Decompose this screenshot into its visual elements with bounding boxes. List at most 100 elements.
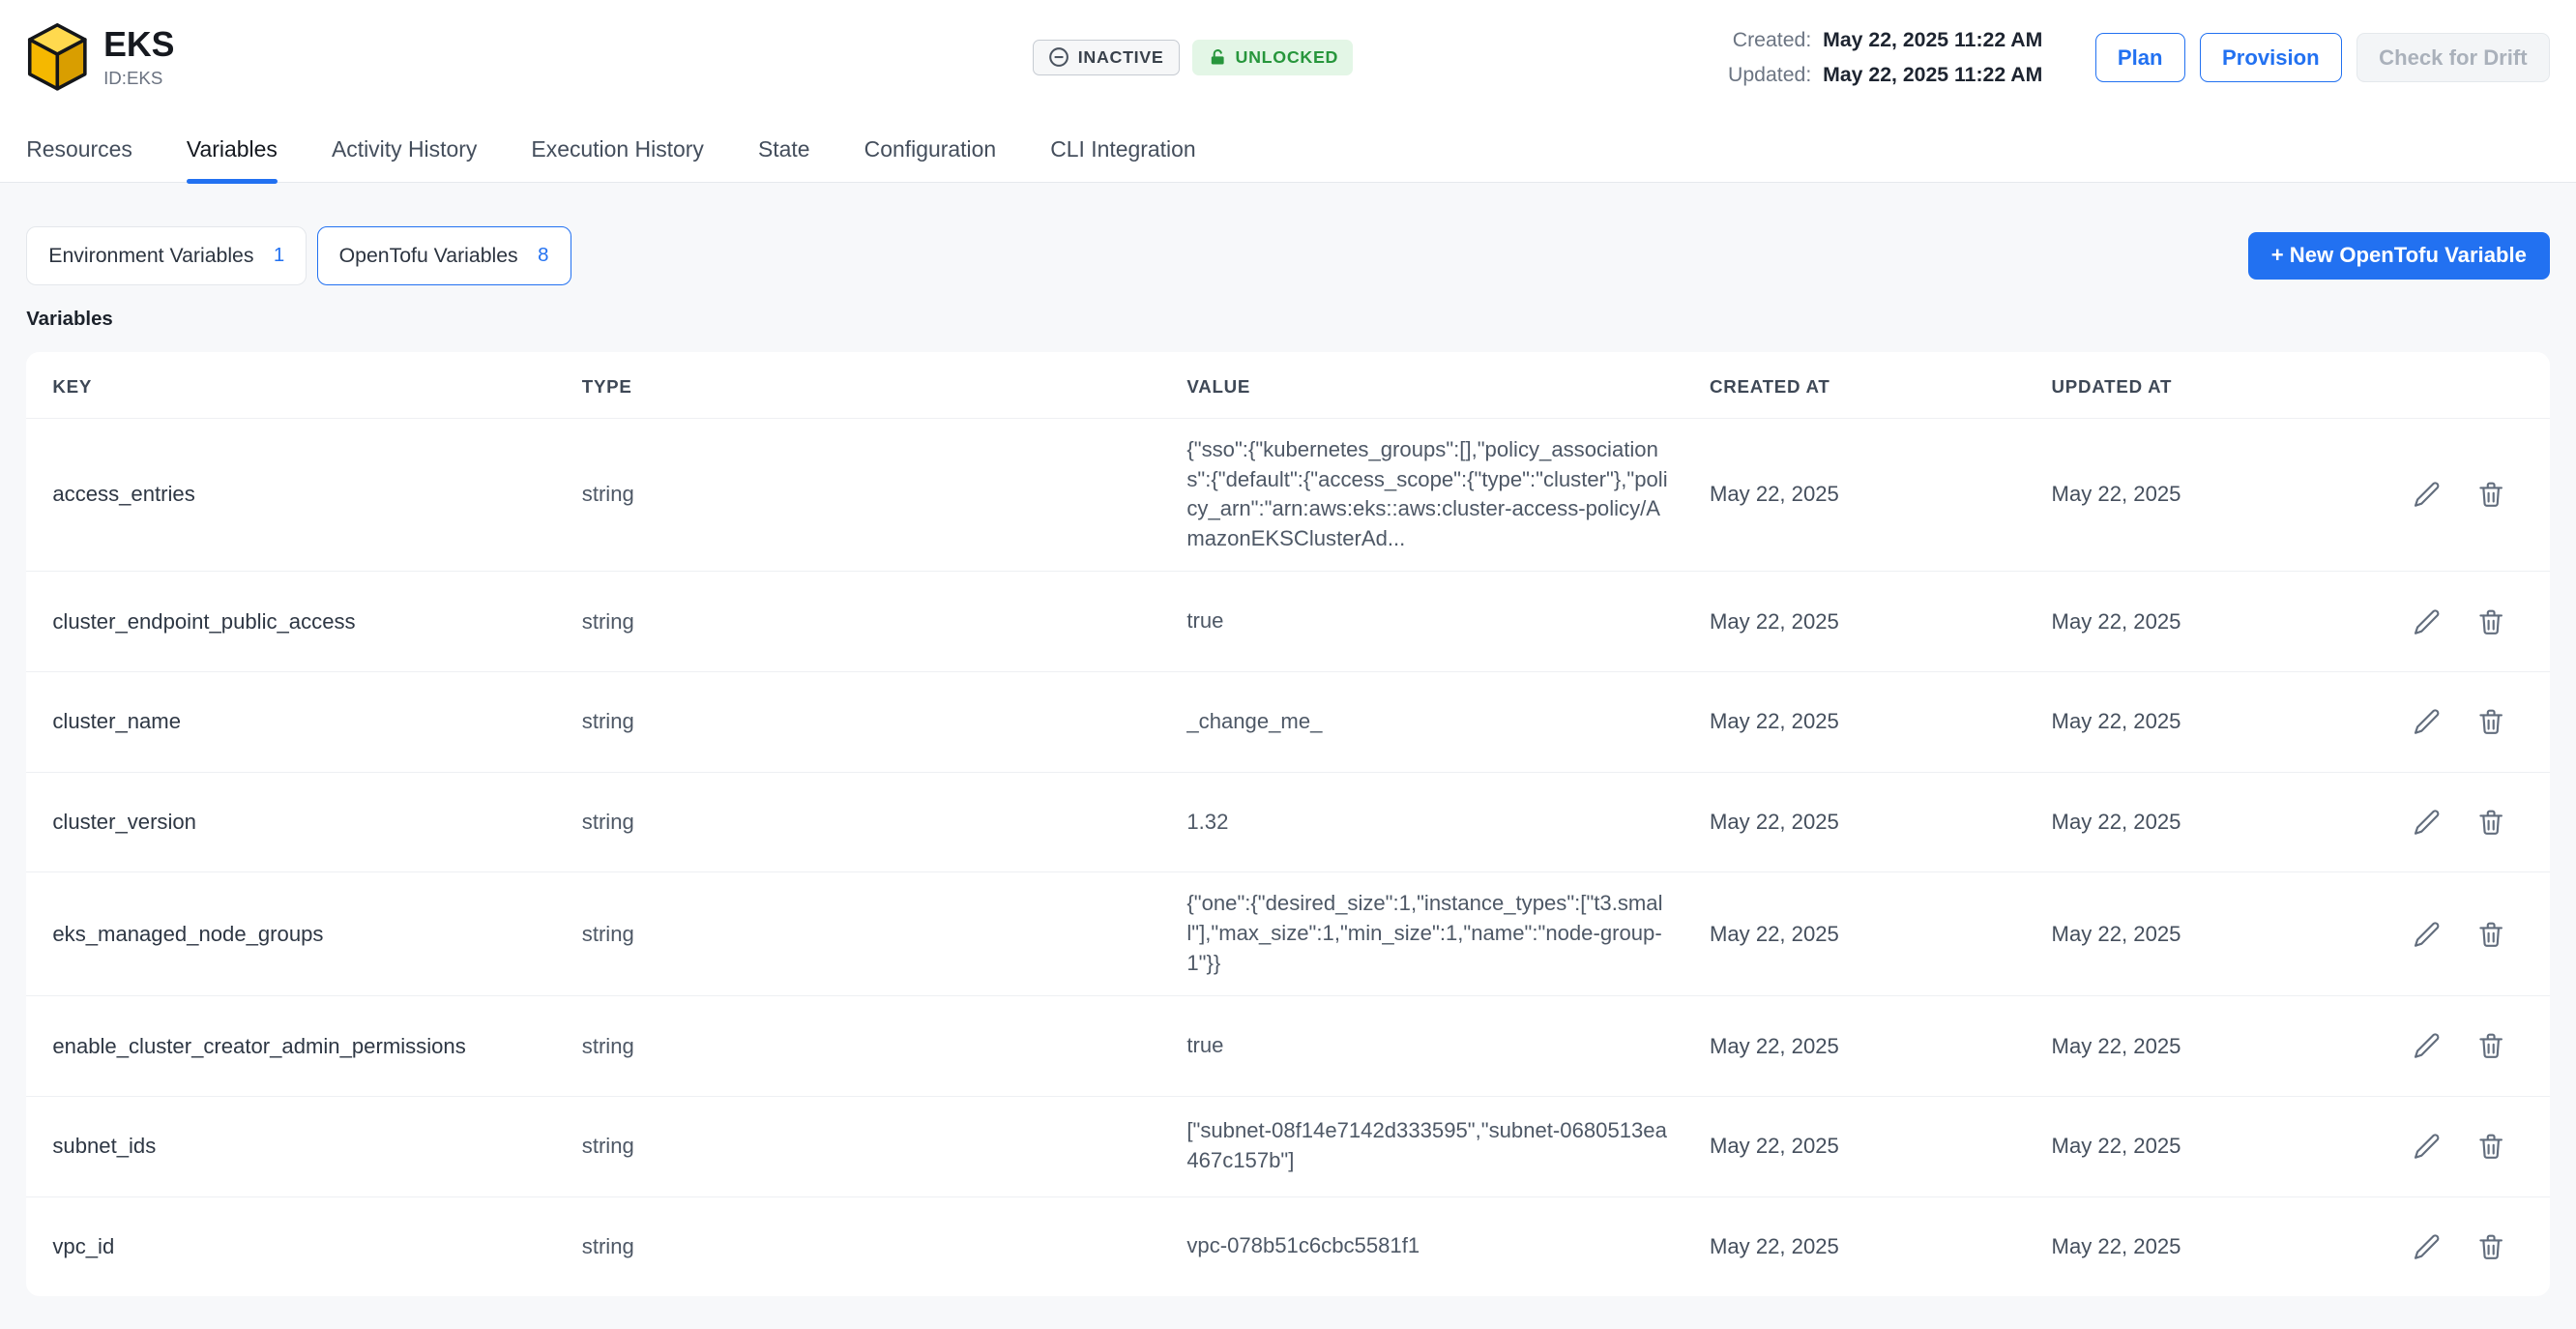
header-actions: Plan Provision Check for Drift [2095, 33, 2550, 82]
delete-variable-button[interactable] [2475, 706, 2506, 737]
pencil-icon [2412, 1231, 2443, 1262]
variables-section-title: Variables [26, 309, 2550, 331]
variable-type: string [582, 482, 1187, 507]
edit-variable-button[interactable] [2412, 1030, 2443, 1061]
delete-variable-button[interactable] [2475, 1131, 2506, 1162]
delete-variable-button[interactable] [2475, 1231, 2506, 1262]
new-opentofu-variable-button[interactable]: + New OpenTofu Variable [2248, 232, 2550, 280]
pencil-icon [2412, 1131, 2443, 1162]
pencil-icon [2412, 706, 2443, 737]
inactive-icon [1048, 46, 1069, 68]
tab-activity-history[interactable]: Activity History [332, 115, 477, 182]
variable-updated-at: May 22, 2025 [2052, 1234, 2298, 1259]
variable-key: subnet_ids [52, 1134, 581, 1159]
environment-variables-count: 1 [274, 245, 284, 267]
variable-type: string [582, 1234, 1187, 1259]
variable-type: string [582, 609, 1187, 635]
table-row: subnet_ids string ["subnet-08f14e7142d33… [26, 1096, 2550, 1196]
table-row: eks_managed_node_groups string {"one":{"… [26, 871, 2550, 995]
delete-variable-button[interactable] [2475, 606, 2506, 637]
table-row: access_entries string {"sso":{"kubernete… [26, 418, 2550, 572]
delete-variable-button[interactable] [2475, 919, 2506, 950]
variable-key: vpc_id [52, 1234, 581, 1259]
edit-variable-button[interactable] [2412, 1131, 2443, 1162]
pencil-icon [2412, 919, 2443, 950]
variable-type: string [582, 709, 1187, 734]
app-logo-icon [26, 23, 89, 92]
variable-type: string [582, 922, 1187, 947]
unlocked-label: UNLOCKED [1236, 47, 1339, 68]
table-row: cluster_version string 1.32 May 22, 2025… [26, 772, 2550, 872]
variable-updated-at: May 22, 2025 [2052, 922, 2298, 947]
variable-updated-at: May 22, 2025 [2052, 1034, 2298, 1059]
delete-variable-button[interactable] [2475, 1030, 2506, 1061]
provision-button[interactable]: Provision [2200, 33, 2342, 82]
page-title: EKS [103, 26, 174, 64]
pencil-icon [2412, 807, 2443, 838]
column-header-created: CREATED AT [1710, 376, 2052, 398]
variable-value: 1.32 [1186, 808, 1683, 838]
delete-variable-button[interactable] [2475, 807, 2506, 838]
created-label: Created: [1728, 28, 1811, 52]
column-header-key: KEY [52, 376, 581, 398]
trash-icon [2475, 807, 2506, 838]
edit-variable-button[interactable] [2412, 606, 2443, 637]
status-badge-inactive: INACTIVE [1033, 40, 1180, 75]
unlock-icon [1208, 47, 1227, 67]
edit-variable-button[interactable] [2412, 1231, 2443, 1262]
tab-execution-history[interactable]: Execution History [531, 115, 703, 182]
variable-key: cluster_version [52, 810, 581, 835]
variable-type: string [582, 810, 1187, 835]
environment-variables-label: Environment Variables [48, 244, 253, 268]
variable-updated-at: May 22, 2025 [2052, 609, 2298, 635]
variable-key: enable_cluster_creator_admin_permissions [52, 1034, 581, 1059]
environment-variables-tab[interactable]: Environment Variables 1 [26, 226, 307, 285]
delete-variable-button[interactable] [2475, 479, 2506, 510]
pencil-icon [2412, 606, 2443, 637]
created-value: May 22, 2025 11:22 AM [1823, 28, 2042, 52]
tab-configuration[interactable]: Configuration [864, 115, 996, 182]
variables-page: Environment Variables 1 OpenTofu Variabl… [0, 183, 2576, 1329]
edit-variable-button[interactable] [2412, 919, 2443, 950]
edit-variable-button[interactable] [2412, 706, 2443, 737]
pencil-icon [2412, 1030, 2443, 1061]
variables-table: KEY TYPE VALUE CREATED AT UPDATED AT acc… [26, 352, 2550, 1296]
edit-variable-button[interactable] [2412, 807, 2443, 838]
opentofu-variables-tab[interactable]: OpenTofu Variables 8 [317, 226, 571, 285]
table-row: enable_cluster_creator_admin_permissions… [26, 995, 2550, 1096]
variable-updated-at: May 22, 2025 [2052, 709, 2298, 734]
variable-created-at: May 22, 2025 [1710, 482, 2052, 507]
plan-button[interactable]: Plan [2095, 33, 2185, 82]
table-header-row: KEY TYPE VALUE CREATED AT UPDATED AT [26, 352, 2550, 418]
status-badges: INACTIVE UNLOCKED [1033, 40, 1354, 75]
column-header-updated: UPDATED AT [2052, 376, 2298, 398]
variable-value: {"sso":{"kubernetes_groups":[],"policy_a… [1186, 435, 1683, 555]
variable-created-at: May 22, 2025 [1710, 922, 2052, 947]
variable-created-at: May 22, 2025 [1710, 1134, 2052, 1159]
variable-type: string [582, 1134, 1187, 1159]
tab-state[interactable]: State [758, 115, 810, 182]
opentofu-variables-label: OpenTofu Variables [339, 244, 518, 268]
status-badge-unlocked: UNLOCKED [1192, 40, 1353, 75]
variable-type: string [582, 1034, 1187, 1059]
column-header-value: VALUE [1186, 376, 1710, 398]
tab-resources[interactable]: Resources [26, 115, 132, 182]
trash-icon [2475, 1131, 2506, 1162]
page: EKS ID:EKS INACTIVE UNLOCKED Created: Ma… [0, 0, 2576, 1329]
variables-toolbar: Environment Variables 1 OpenTofu Variabl… [26, 226, 2550, 285]
main-tabbar: Resources Variables Activity History Exe… [0, 115, 2576, 183]
variable-value: true [1186, 1031, 1683, 1061]
table-row: vpc_id string vpc-078b51c6cbc5581f1 May … [26, 1196, 2550, 1297]
variable-created-at: May 22, 2025 [1710, 709, 2052, 734]
updated-label: Updated: [1728, 63, 1811, 87]
variable-key: access_entries [52, 482, 581, 507]
check-for-drift-button[interactable]: Check for Drift [2356, 33, 2550, 82]
tab-variables[interactable]: Variables [187, 115, 278, 182]
trash-icon [2475, 919, 2506, 950]
edit-variable-button[interactable] [2412, 479, 2443, 510]
variable-created-at: May 22, 2025 [1710, 1034, 2052, 1059]
trash-icon [2475, 1231, 2506, 1262]
variable-updated-at: May 22, 2025 [2052, 810, 2298, 835]
timestamps: Created: May 22, 2025 11:22 AM Updated: … [1728, 28, 2042, 88]
tab-cli-integration[interactable]: CLI Integration [1050, 115, 1195, 182]
